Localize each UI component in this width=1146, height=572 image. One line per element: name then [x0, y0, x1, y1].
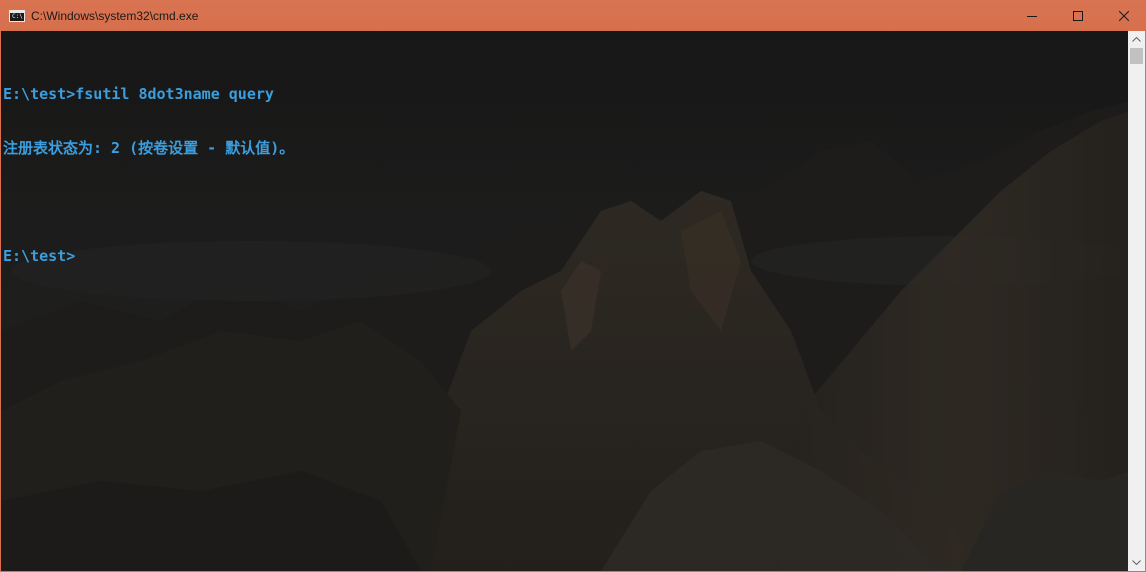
cmd-app-icon[interactable]: C:\ [9, 9, 25, 22]
minimize-icon [1027, 15, 1037, 17]
cmd-window: C:\ C:\Windows\system32\cmd.exe E:\test>… [0, 0, 1146, 572]
maximize-button[interactable] [1055, 0, 1101, 31]
console-output: E:\test>fsutil 8dot3name query 注册表状态为: 2… [3, 49, 294, 301]
console-line-prompt: E:\test> [3, 247, 76, 265]
console-area[interactable]: E:\test>fsutil 8dot3name query 注册表状态为: 2… [1, 31, 1130, 571]
close-icon [1119, 10, 1129, 21]
vertical-scrollbar[interactable] [1128, 31, 1145, 571]
scroll-up-button[interactable] [1128, 31, 1145, 48]
console-line-blank [3, 193, 294, 211]
window-title: C:\Windows\system32\cmd.exe [31, 8, 199, 23]
scroll-down-button[interactable] [1128, 554, 1145, 571]
chevron-down-icon [1132, 560, 1141, 565]
maximize-icon [1073, 10, 1083, 21]
title-bar[interactable]: C:\ C:\Windows\system32\cmd.exe [1, 0, 1145, 31]
close-button[interactable] [1101, 0, 1145, 31]
chevron-up-icon [1132, 37, 1141, 42]
scroll-thumb[interactable] [1130, 48, 1143, 64]
minimize-button[interactable] [1009, 0, 1055, 31]
window-controls [1009, 0, 1145, 31]
console-line-result: 注册表状态为: 2 (按卷设置 - 默认值)。 [3, 139, 295, 157]
console-line-command: E:\test>fsutil 8dot3name query [3, 85, 274, 103]
cmd-icon-glyph: C:\ [12, 12, 23, 20]
